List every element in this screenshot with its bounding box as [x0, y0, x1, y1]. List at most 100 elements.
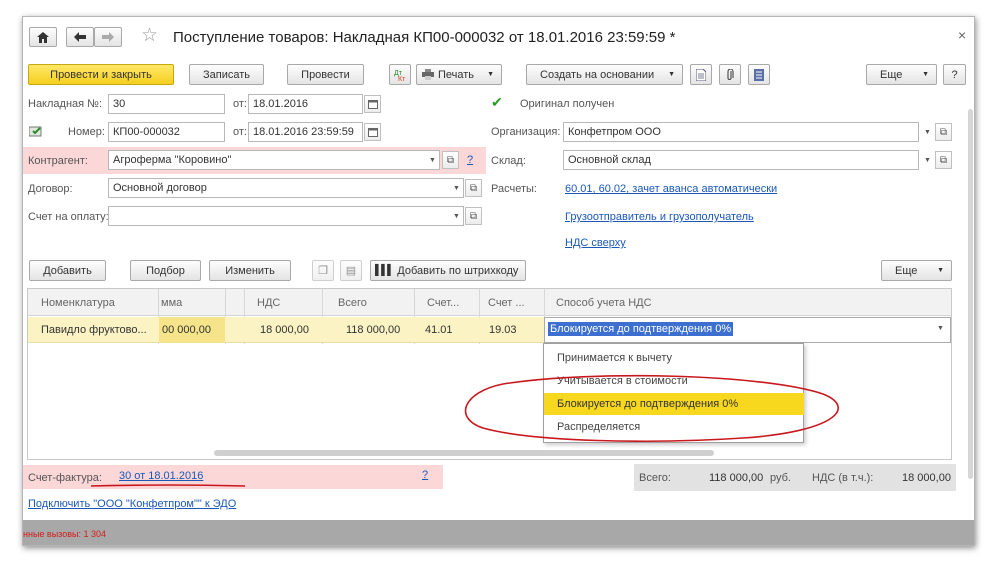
report-list-icon [754, 68, 764, 81]
cell-vat[interactable]: 18 000,00 [260, 324, 309, 336]
change-button[interactable]: Изменить [209, 260, 291, 281]
cell-vat-account[interactable]: 19.03 [489, 324, 517, 336]
connect-edo-link[interactable]: Подключить "ООО "Конфетпром"" к ЭДО [28, 498, 236, 510]
dt-kt-button[interactable]: Дт Кт [389, 64, 411, 85]
currency-label: руб. [770, 472, 791, 484]
cell-total[interactable]: 118 000,00 [346, 324, 400, 336]
calendar-icon [367, 127, 378, 137]
column-header-account[interactable]: Счет... [427, 297, 459, 309]
print-button[interactable]: Печать ▼ [416, 64, 502, 85]
barcode-icon: ▌▌▌ [375, 265, 394, 276]
payment-invoice-field[interactable] [108, 206, 464, 226]
annotation-underline [90, 484, 246, 487]
post-and-close-button[interactable]: Провести и закрыть [28, 64, 174, 85]
contractor-dropdown[interactable]: ▼ [424, 151, 441, 169]
contract-field[interactable]: Основной договор [108, 178, 464, 198]
open-form-icon: ⧉ [939, 154, 948, 166]
organization-field[interactable]: Конфетпром ООО [563, 122, 919, 142]
home-icon [37, 31, 49, 43]
chevron-down-icon: ▼ [937, 267, 944, 274]
column-header-vat-account[interactable]: Счет ... [488, 297, 525, 309]
calendar-button[interactable] [364, 95, 381, 113]
attachment-button[interactable] [719, 64, 741, 85]
vat-total-label: НДС (в т.ч.): [812, 472, 874, 484]
payment-invoice-dropdown[interactable]: ▼ [448, 207, 465, 225]
organization-open-button[interactable]: ⧉ [935, 123, 952, 141]
number-field[interactable]: КП00-000032 [108, 122, 225, 142]
vat-method-selected-value[interactable]: Блокируется до подтверждения 0% [548, 322, 734, 336]
posted-status-icon [28, 125, 45, 140]
print-label: Печать [438, 68, 475, 81]
more-button[interactable]: Еще ▼ [866, 64, 937, 85]
column-header-vat-method[interactable]: Способ учета НДС [556, 297, 652, 309]
svg-text:Кт: Кт [398, 76, 406, 82]
chevron-down-icon: ▼ [668, 71, 675, 78]
shipper-consignee-link[interactable]: Грузоотправитель и грузополучатель [565, 211, 754, 223]
help-button[interactable]: ? [943, 64, 966, 85]
document-icon [696, 68, 706, 81]
copy-row-button[interactable]: ❐ [312, 260, 334, 281]
warehouse-field[interactable]: Основной склад [563, 150, 919, 170]
paste-icon: ▤ [345, 265, 357, 277]
settlements-link[interactable]: 60.01, 60.02, зачет аванса автоматически [565, 183, 777, 195]
column-header-total[interactable]: Всего [338, 297, 367, 309]
invoice-date-from-label: от: [233, 98, 247, 110]
cell-amount[interactable]: 00 000,00 [162, 324, 211, 336]
settlements-label: Расчеты: [491, 183, 537, 195]
contractor-open-button[interactable]: ⧉ [442, 151, 459, 169]
column-header-vat[interactable]: НДС [257, 297, 280, 309]
contractor-label: Контрагент: [28, 155, 88, 167]
arrow-left-icon [74, 32, 86, 42]
chevron-down-icon: ▼ [924, 128, 931, 136]
table-more-button[interactable]: Еще ▼ [881, 260, 952, 281]
number-date-from-label: от: [233, 126, 247, 138]
report-button[interactable] [748, 64, 770, 85]
vertical-scrollbar[interactable] [968, 109, 973, 479]
open-form-icon: ⧉ [939, 126, 948, 138]
payment-invoice-open-button[interactable]: ⧉ [465, 207, 482, 225]
arrow-right-icon [102, 32, 114, 42]
organization-dropdown[interactable]: ▼ [919, 123, 936, 141]
add-row-button[interactable]: Добавить [29, 260, 106, 281]
column-header-nomenclature[interactable]: Номенклатура [41, 297, 115, 309]
open-form-icon: ⧉ [469, 210, 478, 222]
cell-account[interactable]: 41.01 [425, 324, 453, 336]
number-date-field[interactable]: 18.01.2016 23:59:59 [248, 122, 363, 142]
contractor-field[interactable]: Агроферма "Коровино" [108, 150, 440, 170]
back-button[interactable] [66, 27, 94, 47]
invoice-number-field[interactable]: 30 [108, 94, 225, 114]
contract-dropdown[interactable]: ▼ [448, 179, 465, 197]
favorite-star-icon[interactable]: ☆ [141, 26, 158, 46]
calendar-button[interactable] [364, 123, 381, 141]
warehouse-dropdown[interactable]: ▼ [919, 151, 936, 169]
vat-on-top-link[interactable]: НДС сверху [565, 237, 626, 249]
contract-open-button[interactable]: ⧉ [465, 179, 482, 197]
tax-invoice-help-link[interactable]: ? [422, 469, 428, 481]
tax-invoice-link[interactable]: 30 от 18.01.2016 [119, 470, 203, 482]
document-window: ☆ Поступление товаров: Накладная КП00-00… [22, 16, 975, 546]
close-icon[interactable]: × [958, 27, 966, 43]
add-by-barcode-button[interactable]: ▌▌▌ Добавить по штрихкоду [370, 260, 526, 281]
chevron-down-icon: ▼ [922, 71, 929, 78]
create-based-on-button[interactable]: Создать на основании ▼ [526, 64, 683, 85]
horizontal-scrollbar[interactable] [214, 450, 714, 456]
chevron-down-icon: ▼ [487, 71, 494, 78]
warehouse-open-button[interactable]: ⧉ [935, 151, 952, 169]
home-button[interactable] [29, 27, 57, 47]
cell-nomenclature[interactable]: Павидло фруктово... [41, 324, 147, 336]
column-header-amount[interactable]: мма [161, 297, 182, 309]
invoice-date-field[interactable]: 18.01.2016 [248, 94, 363, 114]
post-button[interactable]: Провести [287, 64, 364, 85]
chevron-down-icon[interactable]: ▼ [937, 325, 944, 332]
save-button[interactable]: Записать [189, 64, 264, 85]
paste-row-button[interactable]: ▤ [340, 260, 362, 281]
paperclip-icon [727, 68, 734, 80]
contractor-help-link[interactable]: ? [467, 154, 473, 166]
checkmark-icon[interactable]: ✔ [491, 94, 503, 111]
document-button[interactable] [690, 64, 712, 85]
select-items-button[interactable]: Подбор [130, 260, 201, 281]
forward-button[interactable] [94, 27, 122, 47]
number-label: Номер: [68, 126, 105, 138]
total-value: 118 000,00 [709, 472, 764, 484]
dropdown-item-deductible[interactable]: Принимается к вычету [544, 347, 804, 369]
